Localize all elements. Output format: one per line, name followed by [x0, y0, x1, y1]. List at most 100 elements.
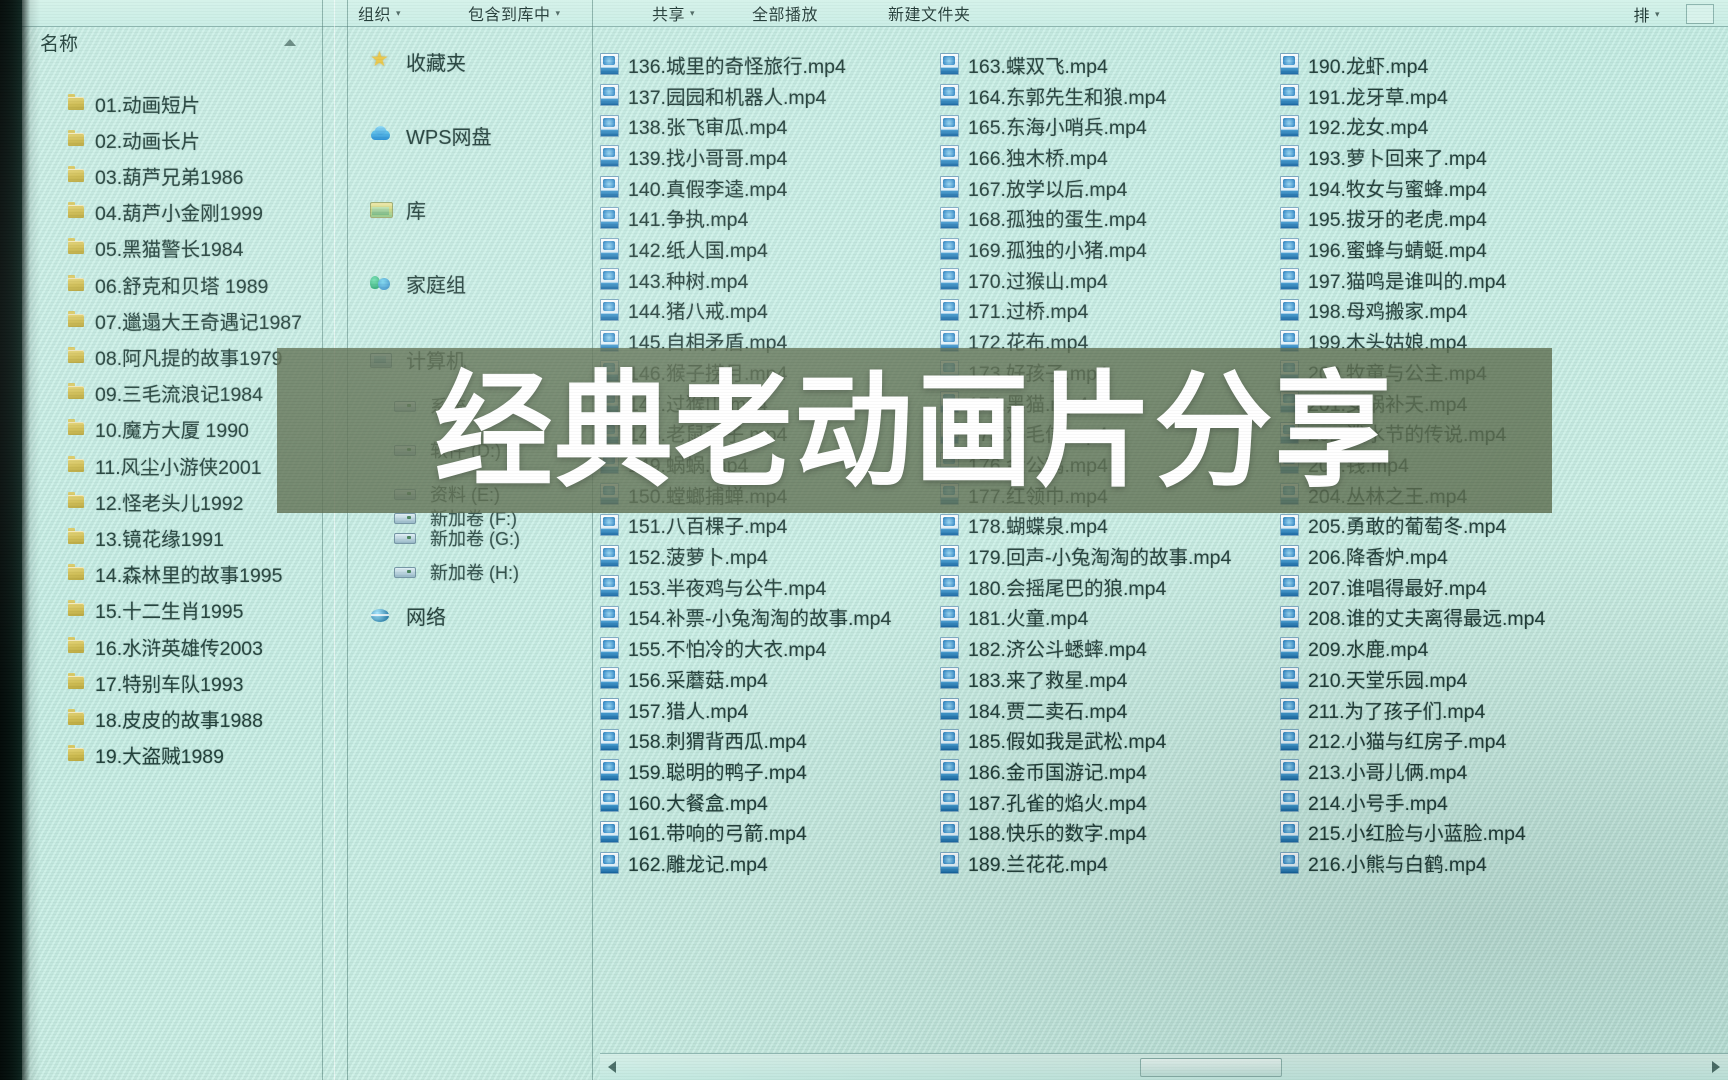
folder-list-item[interactable]: 14.森林里的故事1995 [68, 560, 283, 588]
folder-list-item[interactable]: 10.魔方大厦 1990 [68, 415, 249, 443]
file-list-item[interactable]: 155.不怕冷的大衣.mp4 [600, 632, 826, 663]
folder-list-item[interactable]: 07.邋遢大王奇遇记1987 [68, 306, 302, 334]
file-list-item[interactable]: 137.园园和机器人.mp4 [600, 80, 826, 111]
file-list-item[interactable]: 180.会摇尾巴的狼.mp4 [940, 571, 1166, 602]
folder-list-item[interactable]: 06.舒克和贝塔 1989 [68, 270, 268, 298]
file-list-item[interactable]: 207.谁唱得最好.mp4 [1280, 571, 1487, 602]
file-list-item[interactable]: 191.龙牙草.mp4 [1280, 80, 1448, 111]
nav-item-1[interactable]: 收藏夹 [370, 47, 466, 76]
folder-list-item[interactable]: 12.怪老头儿1992 [68, 487, 244, 515]
pane-divider-left[interactable] [322, 0, 323, 1080]
file-list-item[interactable]: 165.东海小哨兵.mp4 [940, 110, 1147, 141]
folder-list-item[interactable]: 05.黑猫警长1984 [68, 234, 244, 262]
file-list-item[interactable]: 170.过猴山.mp4 [940, 264, 1108, 295]
file-list-item[interactable]: 208.谁的丈夫离得最远.mp4 [1280, 602, 1545, 633]
file-list-item[interactable]: 142.纸人国.mp4 [600, 233, 768, 264]
file-list-item[interactable]: 212.小猫与红房子.mp4 [1280, 724, 1506, 755]
folder-list-item[interactable]: 08.阿凡提的故事1979 [68, 342, 283, 370]
navigation-pane[interactable]: 收藏夹WPS网盘库家庭组计算机系统软件 (D:)资料 (E:)新加卷 (F:)新… [350, 27, 590, 1080]
folder-list-item[interactable]: 16.水浒英雄传2003 [68, 632, 263, 660]
file-list-item[interactable]: 169.孤独的小猪.mp4 [940, 233, 1147, 264]
file-list-item[interactable]: 139.找小哥哥.mp4 [600, 141, 787, 172]
file-list-item[interactable]: 156.采蘑菇.mp4 [600, 663, 768, 694]
toolbar-button-1[interactable]: 组织 ▾ [358, 1, 401, 25]
toolbar-button-3[interactable]: 共享 ▾ [652, 1, 695, 25]
file-list-item[interactable]: 195.拔牙的老虎.mp4 [1280, 203, 1487, 234]
file-list-item[interactable]: 143.种树.mp4 [600, 264, 748, 295]
folder-list-item[interactable]: 02.动画长片 [68, 125, 200, 153]
toolbar-view-button[interactable]: 排 ▾ [1633, 2, 1660, 26]
file-list-item[interactable]: 164.东郭先生和狼.mp4 [940, 80, 1166, 111]
file-list-item[interactable]: 136.城里的奇怪旅行.mp4 [600, 49, 846, 80]
file-list-item[interactable]: 163.蝶双飞.mp4 [940, 49, 1108, 80]
file-list-item[interactable]: 167.放学以后.mp4 [940, 172, 1127, 203]
file-list-item[interactable]: 140.真假李逵.mp4 [600, 172, 787, 203]
file-list-item[interactable]: 183.来了救星.mp4 [940, 663, 1127, 694]
toolbar-button-4[interactable]: 全部播放 [752, 1, 818, 25]
file-list-item[interactable]: 154.补票-小兔淘淘的故事.mp4 [600, 602, 891, 633]
folder-list-item[interactable]: 18.皮皮的故事1988 [68, 704, 263, 732]
file-list-item[interactable]: 186.金币国游记.mp4 [940, 755, 1147, 786]
help-button[interactable] [1686, 4, 1714, 24]
file-list-item[interactable]: 138.张飞审瓜.mp4 [600, 110, 787, 141]
file-list-item[interactable]: 209.水鹿.mp4 [1280, 632, 1428, 663]
file-list-item[interactable]: 157.猎人.mp4 [600, 694, 748, 725]
scroll-right-icon[interactable] [1712, 1061, 1720, 1073]
file-list-item[interactable]: 189.兰花花.mp4 [940, 847, 1108, 878]
file-list-item[interactable]: 158.刺猬背西瓜.mp4 [600, 724, 807, 755]
file-list-pane[interactable]: 136.城里的奇怪旅行.mp4 137.园园和机器人.mp4 138.张飞审瓜.mp… [600, 27, 1728, 1037]
file-list-item[interactable]: 162.雕龙记.mp4 [600, 847, 768, 878]
file-list-item[interactable]: 197.猫鸣是谁叫的.mp4 [1280, 264, 1506, 295]
folder-list-item[interactable]: 09.三毛流浪记1984 [68, 379, 263, 407]
file-list-item[interactable]: 196.蜜蜂与蜻蜓.mp4 [1280, 233, 1487, 264]
file-list-item[interactable]: 179.回声-小兔淘淘的故事.mp4 [940, 540, 1231, 571]
file-list-item[interactable]: 166.独木桥.mp4 [940, 141, 1108, 172]
nav-item-11[interactable]: 新加卷 (H:) [394, 559, 519, 585]
file-list-item[interactable]: 151.八百棵子.mp4 [600, 510, 787, 541]
horizontal-scrollbar[interactable] [600, 1053, 1728, 1080]
file-list-item[interactable]: 161.带响的弓箭.mp4 [600, 817, 807, 848]
toolbar-button-2[interactable]: 包含到库中 ▾ [468, 1, 561, 25]
file-list-item[interactable]: 168.孤独的蛋生.mp4 [940, 203, 1147, 234]
scrollbar-thumb[interactable] [1140, 1058, 1282, 1077]
file-list-item[interactable]: 190.龙虾.mp4 [1280, 49, 1428, 80]
toolbar-button-5[interactable]: 新建文件夹 [888, 1, 971, 25]
file-list-item[interactable]: 152.菠萝卜.mp4 [600, 540, 768, 571]
folder-list-item[interactable]: 15.十二生肖1995 [68, 596, 244, 624]
file-list-item[interactable]: 210.天堂乐园.mp4 [1280, 663, 1467, 694]
file-list-item[interactable]: 181.火童.mp4 [940, 602, 1088, 633]
file-list-item[interactable]: 182.济公斗蟋蟀.mp4 [940, 632, 1147, 663]
file-list-item[interactable]: 205.勇敢的葡萄冬.mp4 [1280, 510, 1506, 541]
file-list-item[interactable]: 216.小熊与白鹤.mp4 [1280, 847, 1487, 878]
folder-list-item[interactable]: 11.风尘小游侠2001 [68, 451, 262, 479]
nav-item-12[interactable]: 网络 [370, 601, 446, 630]
nav-item-3[interactable]: 库 [370, 195, 426, 224]
file-list-item[interactable]: 188.快乐的数字.mp4 [940, 817, 1147, 848]
file-list-item[interactable]: 159.聪明的鸭子.mp4 [600, 755, 807, 786]
file-list-item[interactable]: 171.过桥.mp4 [940, 295, 1088, 326]
file-list-item[interactable]: 211.为了孩子们.mp4 [1280, 694, 1485, 725]
nav-item-10[interactable]: 新加卷 (G:) [394, 525, 520, 551]
folder-list-item[interactable]: 13.镜花缘1991 [68, 523, 224, 551]
file-list-item[interactable]: 160.大餐盒.mp4 [600, 786, 768, 817]
file-list-item[interactable]: 214.小号手.mp4 [1280, 786, 1448, 817]
folder-list-item[interactable]: 01.动画短片 [68, 89, 200, 117]
file-list-item[interactable]: 215.小红脸与小蓝脸.mp4 [1280, 817, 1526, 848]
file-list-item[interactable]: 213.小哥儿俩.mp4 [1280, 755, 1467, 786]
scroll-left-icon[interactable] [608, 1061, 616, 1073]
file-list-item[interactable]: 178.蝴蝶泉.mp4 [940, 510, 1108, 541]
file-list-item[interactable]: 194.牧女与蜜蜂.mp4 [1280, 172, 1487, 203]
nav-item-2[interactable]: WPS网盘 [370, 121, 492, 150]
folder-list-pane[interactable]: 01.动画短片 02.动画长片 03.葫芦兄弟1986 04.葫芦小金刚1999 05.… [22, 27, 322, 1080]
file-list-item[interactable]: 192.龙女.mp4 [1280, 110, 1428, 141]
file-list-item[interactable]: 184.贾二卖石.mp4 [940, 694, 1127, 725]
file-list-item[interactable]: 144.猪八戒.mp4 [600, 295, 768, 326]
folder-list-item[interactable]: 03.葫芦兄弟1986 [68, 161, 244, 189]
pane-divider-right[interactable] [592, 0, 593, 1080]
file-list-item[interactable]: 187.孔雀的焰火.mp4 [940, 786, 1147, 817]
file-list-item[interactable]: 206.降香炉.mp4 [1280, 540, 1448, 571]
file-list-item[interactable]: 198.母鸡搬家.mp4 [1280, 295, 1467, 326]
file-list-item[interactable]: 193.萝卜回来了.mp4 [1280, 141, 1487, 172]
nav-item-4[interactable]: 家庭组 [370, 269, 466, 298]
folder-list-item[interactable]: 04.葫芦小金刚1999 [68, 198, 263, 226]
